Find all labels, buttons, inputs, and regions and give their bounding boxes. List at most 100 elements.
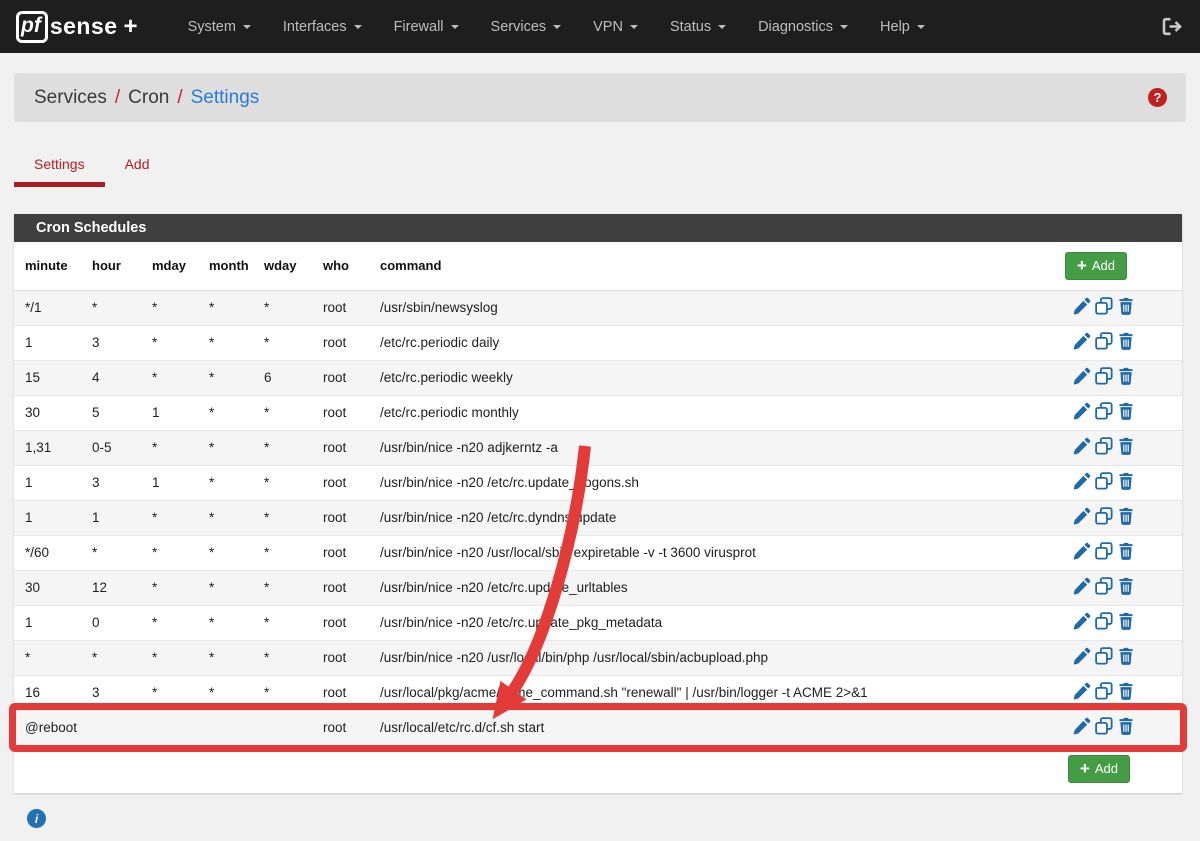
add-button-top[interactable]: +Add xyxy=(1065,252,1127,280)
edit-button[interactable] xyxy=(1073,332,1091,350)
nav-item-vpn[interactable]: VPN xyxy=(577,0,654,53)
table-row: */1 * * * * root /usr/sbin/newsyslog xyxy=(14,290,1182,325)
nav-item-help[interactable]: Help xyxy=(864,0,941,53)
edit-button[interactable] xyxy=(1073,367,1091,385)
pfsense-logo-plus: + xyxy=(124,13,138,41)
cell-month: * xyxy=(198,500,253,535)
row-actions xyxy=(1073,612,1135,630)
edit-button[interactable] xyxy=(1073,507,1091,525)
clone-icon xyxy=(1095,717,1113,735)
cron-table: minute hour mday month wday who command … xyxy=(14,242,1182,793)
trash-icon xyxy=(1117,542,1135,560)
cell-minute: 1 xyxy=(14,500,81,535)
cell-minute: 30 xyxy=(14,395,81,430)
chevron-down-icon xyxy=(630,25,638,29)
cell-command: /usr/bin/nice -n20 /etc/rc.update_pkg_me… xyxy=(369,605,1032,640)
tab-settings[interactable]: Settings xyxy=(14,144,105,187)
nav-item-label: VPN xyxy=(593,19,623,35)
copy-button[interactable] xyxy=(1095,577,1113,595)
delete-button[interactable] xyxy=(1117,437,1135,455)
cell-month: * xyxy=(198,290,253,325)
copy-button[interactable] xyxy=(1095,332,1113,350)
cell-command: /usr/local/etc/rc.d/cf.sh start xyxy=(369,710,1032,745)
copy-button[interactable] xyxy=(1095,367,1113,385)
cell-command: /usr/bin/nice -n20 /usr/local/bin/php /u… xyxy=(369,640,1032,675)
copy-button[interactable] xyxy=(1095,472,1113,490)
delete-button[interactable] xyxy=(1117,682,1135,700)
top-navbar: pf sense + System Interfaces Firewall Se… xyxy=(0,0,1200,53)
cell-who: root xyxy=(312,500,369,535)
pfsense-logo[interactable]: pf sense + xyxy=(16,11,138,43)
pencil-icon xyxy=(1073,647,1091,665)
copy-button[interactable] xyxy=(1095,717,1113,735)
nav-item-status[interactable]: Status xyxy=(654,0,742,53)
nav-item-firewall[interactable]: Firewall xyxy=(378,0,475,53)
cell-month: * xyxy=(198,605,253,640)
delete-button[interactable] xyxy=(1117,647,1135,665)
copy-button[interactable] xyxy=(1095,437,1113,455)
edit-button[interactable] xyxy=(1073,577,1091,595)
delete-button[interactable] xyxy=(1117,332,1135,350)
table-row: 16 3 * * * root /usr/local/pkg/acme/acme… xyxy=(14,675,1182,710)
breadcrumb-cron[interactable]: Cron xyxy=(128,87,169,109)
info-circle-icon[interactable]: i xyxy=(27,809,46,828)
trash-icon xyxy=(1117,577,1135,595)
cell-who: root xyxy=(312,605,369,640)
cell-mday xyxy=(141,710,198,745)
copy-button[interactable] xyxy=(1095,507,1113,525)
cell-mday: * xyxy=(141,535,198,570)
cell-mday: * xyxy=(141,675,198,710)
edit-button[interactable] xyxy=(1073,682,1091,700)
cell-hour: * xyxy=(81,640,141,675)
question-circle-icon[interactable]: ? xyxy=(1148,88,1167,107)
chevron-down-icon xyxy=(354,25,362,29)
copy-button[interactable] xyxy=(1095,297,1113,315)
delete-button[interactable] xyxy=(1117,612,1135,630)
row-actions xyxy=(1073,297,1135,315)
edit-button[interactable] xyxy=(1073,612,1091,630)
cell-who: root xyxy=(312,675,369,710)
edit-button[interactable] xyxy=(1073,437,1091,455)
delete-button[interactable] xyxy=(1117,542,1135,560)
breadcrumb-services[interactable]: Services xyxy=(34,87,107,109)
col-header-command: command xyxy=(369,242,1032,290)
delete-button[interactable] xyxy=(1117,367,1135,385)
col-header-wday: wday xyxy=(253,242,312,290)
edit-button[interactable] xyxy=(1073,297,1091,315)
edit-button[interactable] xyxy=(1073,647,1091,665)
tab-add[interactable]: Add xyxy=(105,144,170,187)
edit-button[interactable] xyxy=(1073,472,1091,490)
copy-button[interactable] xyxy=(1095,682,1113,700)
nav-item-diagnostics[interactable]: Diagnostics xyxy=(742,0,864,53)
delete-button[interactable] xyxy=(1117,402,1135,420)
delete-button[interactable] xyxy=(1117,297,1135,315)
cell-command: /usr/bin/nice -n20 /usr/local/sbin/expir… xyxy=(369,535,1032,570)
copy-button[interactable] xyxy=(1095,542,1113,560)
cell-month: * xyxy=(198,570,253,605)
edit-button[interactable] xyxy=(1073,402,1091,420)
nav-item-interfaces[interactable]: Interfaces xyxy=(267,0,378,53)
delete-button[interactable] xyxy=(1117,577,1135,595)
nav-item-system[interactable]: System xyxy=(172,0,267,53)
trash-icon xyxy=(1117,507,1135,525)
cell-minute: */60 xyxy=(14,535,81,570)
col-header-mday: mday xyxy=(141,242,198,290)
cell-hour: * xyxy=(81,535,141,570)
logout-button[interactable] xyxy=(1161,16,1184,37)
add-button-bottom[interactable]: +Add xyxy=(1068,755,1130,783)
delete-button[interactable] xyxy=(1117,717,1135,735)
chevron-down-icon xyxy=(718,25,726,29)
delete-button[interactable] xyxy=(1117,507,1135,525)
pencil-icon xyxy=(1073,472,1091,490)
copy-button[interactable] xyxy=(1095,402,1113,420)
pencil-icon xyxy=(1073,437,1091,455)
nav-item-services[interactable]: Services xyxy=(475,0,578,53)
copy-button[interactable] xyxy=(1095,612,1113,630)
copy-button[interactable] xyxy=(1095,647,1113,665)
plus-icon: + xyxy=(1077,259,1087,272)
edit-button[interactable] xyxy=(1073,542,1091,560)
cell-wday: * xyxy=(253,465,312,500)
delete-button[interactable] xyxy=(1117,472,1135,490)
edit-button[interactable] xyxy=(1073,717,1091,735)
breadcrumb-settings[interactable]: Settings xyxy=(191,87,260,109)
